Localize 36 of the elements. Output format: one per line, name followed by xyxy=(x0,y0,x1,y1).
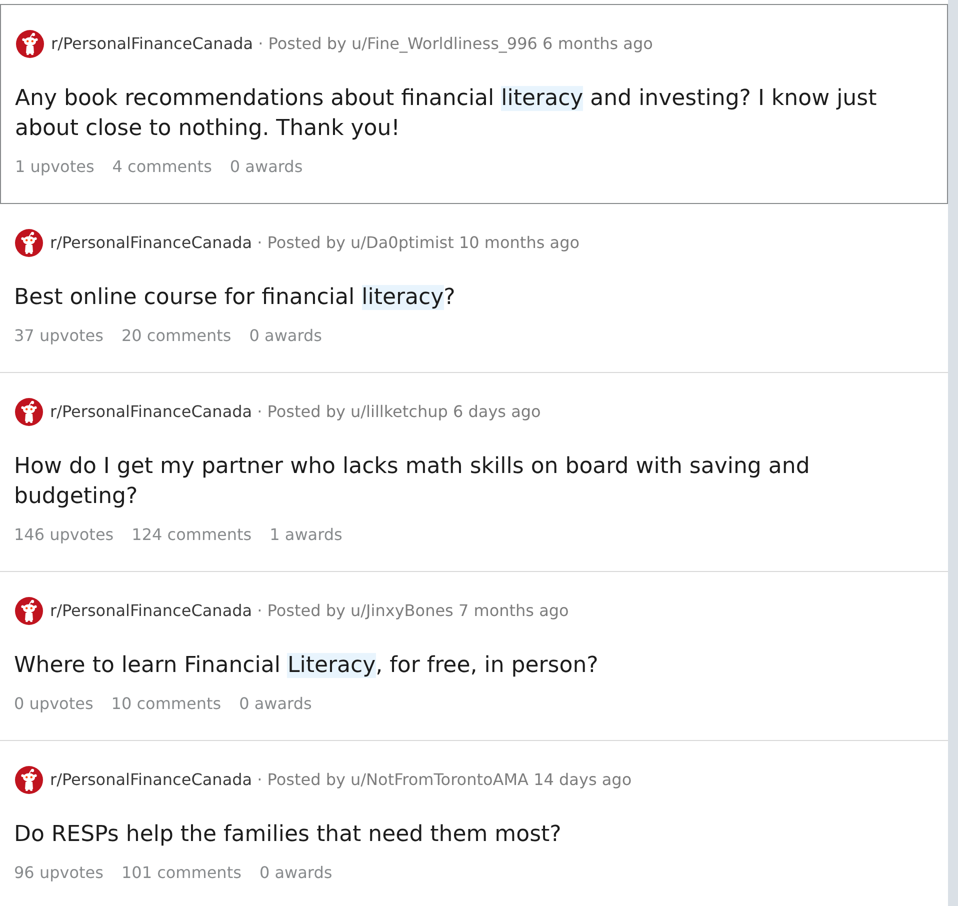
award-count: 0 awards xyxy=(259,862,332,884)
post-title[interactable]: Do RESPs help the families that need them most? xyxy=(14,820,888,850)
award-count: 0 awards xyxy=(249,325,322,347)
post-title[interactable]: Where to learn Financial Literacy, for free, in person? xyxy=(14,651,888,681)
subreddit-link[interactable]: r/PersonalFinanceCanada xyxy=(51,32,254,56)
upvote-count: 146 upvotes xyxy=(14,524,114,546)
subreddit-link[interactable]: r/PersonalFinanceCanada xyxy=(50,768,252,792)
post-title[interactable]: Any book recommendations about financial literacy and investing? I know just about close to nothing. Thank you! xyxy=(15,84,887,144)
subreddit-link[interactable]: r/PersonalFinanceCanada xyxy=(50,400,252,424)
post-byline: · Posted by u/Fine_Worldliness_996 6 months ago xyxy=(258,33,653,55)
upvote-count: 1 upvotes xyxy=(15,156,94,178)
avatar-icon xyxy=(15,766,43,794)
avatar-icon xyxy=(15,597,43,625)
post-byline: · Posted by u/Da0ptimist 10 months ago xyxy=(257,232,580,254)
upvote-count: 37 upvotes xyxy=(14,325,104,347)
upvote-count: 96 upvotes xyxy=(14,862,104,884)
comment-count: 10 comments xyxy=(111,693,222,715)
upvote-count: 0 upvotes xyxy=(14,693,94,715)
award-count: 0 awards xyxy=(230,156,303,178)
avatar-icon xyxy=(15,229,43,257)
post-title[interactable]: Best online course for financial literacy? xyxy=(14,283,888,313)
post-title[interactable]: How do I get my partner who lacks math skills on board with saving and budgeting? xyxy=(14,452,888,512)
comment-count: 124 comments xyxy=(132,524,252,546)
post-byline: · Posted by u/JinxyBones 7 months ago xyxy=(257,600,569,622)
avatar-icon xyxy=(16,30,44,58)
subreddit-link[interactable]: r/PersonalFinanceCanada xyxy=(50,599,252,623)
post-byline: · Posted by u/NotFromTorontoAMA 14 days ago xyxy=(257,769,632,791)
avatar-icon xyxy=(15,398,43,426)
subreddit-link[interactable]: r/PersonalFinanceCanada xyxy=(50,231,252,255)
award-count: 0 awards xyxy=(239,693,312,715)
award-count: 1 awards xyxy=(270,524,342,546)
comment-count: 101 comments xyxy=(121,862,242,884)
comment-count: 20 comments xyxy=(121,325,232,347)
post-byline: · Posted by u/lillketchup 6 days ago xyxy=(257,401,541,423)
comment-count: 4 comments xyxy=(112,156,212,178)
post-card[interactable] xyxy=(0,4,948,204)
